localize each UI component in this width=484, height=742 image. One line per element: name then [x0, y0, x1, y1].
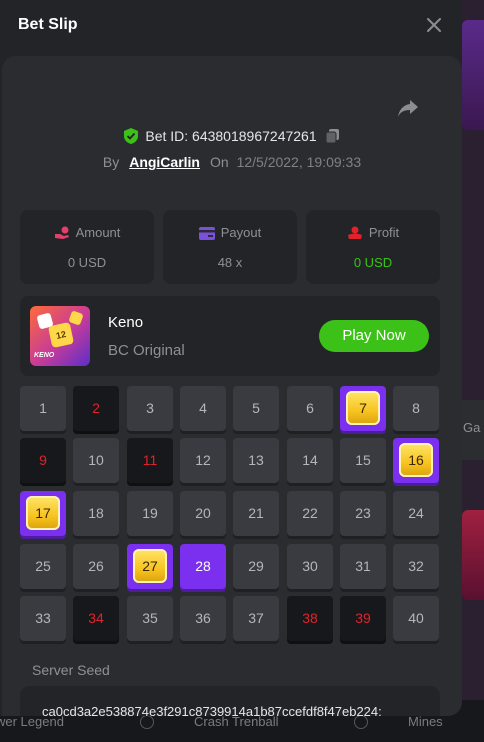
bet-id: Bet ID: 6438018967247261	[145, 128, 317, 144]
keno-cell: 15	[340, 438, 386, 483]
keno-cell: 33	[20, 596, 66, 641]
server-seed-label: Server Seed	[32, 662, 110, 678]
keno-cell: 3	[127, 386, 173, 431]
keno-cell: 8	[393, 386, 439, 431]
keno-cell: 39	[340, 596, 386, 641]
background-game-link: wer Legend	[0, 714, 64, 729]
amount-value: 0 USD	[67, 255, 107, 270]
keno-cell: 32	[393, 544, 439, 589]
keno-cell: 16	[393, 438, 439, 483]
by-label: By	[102, 154, 120, 170]
background-game-link: Crash Trenball	[194, 714, 279, 729]
info-icon	[354, 715, 368, 729]
background-game-card	[462, 20, 484, 130]
gem-number: 16	[399, 443, 433, 477]
gem-number: 27	[133, 549, 167, 583]
amount-label: Amount	[75, 225, 121, 240]
die-image: 12	[47, 321, 75, 349]
bet-author-row: By AngiCarlin On 12/5/2022, 19:09:33	[2, 154, 462, 170]
close-icon[interactable]	[424, 14, 444, 36]
game-provider: BC Original	[108, 342, 185, 359]
keno-board: 1 2 3 4 5 6 7 8 9 10 11 12 13 14 15 16 17 18 19 20 21 22 23 24 2…	[20, 386, 444, 642]
keno-cell: 35	[127, 596, 173, 641]
keno-cell: 38	[287, 596, 333, 641]
on-label: On	[209, 154, 229, 170]
keno-cell: 7	[340, 386, 386, 431]
keno-cell: 12	[180, 438, 226, 483]
keno-cell: 5	[233, 386, 279, 431]
keno-cell: 30	[287, 544, 333, 589]
shield-check-icon	[123, 128, 139, 147]
keno-cell: 17	[20, 491, 66, 536]
play-now-button[interactable]: Play Now	[319, 320, 429, 352]
share-icon[interactable]	[396, 98, 420, 120]
keno-cell: 40	[393, 596, 439, 641]
keno-cell: 10	[73, 438, 119, 483]
keno-cell: 18	[73, 491, 119, 536]
profit-value: 0 USD	[353, 255, 393, 270]
background-game-card	[462, 510, 484, 600]
gem-number: 17	[26, 496, 60, 530]
keno-cell: 24	[393, 491, 439, 536]
keno-cell: 6	[287, 386, 333, 431]
keno-cell: 22	[287, 491, 333, 536]
keno-cell: 36	[180, 596, 226, 641]
payout-card: Payout 48 x	[163, 210, 297, 284]
payout-label: Payout	[220, 225, 262, 240]
keno-cell: 34	[73, 596, 119, 641]
profit-card: Profit 0 USD	[306, 210, 440, 284]
thumbnail-tag: KENO	[34, 352, 55, 359]
background-game-link: Mines	[408, 714, 443, 729]
keno-cell: 1	[20, 386, 66, 431]
keno-cell: 19	[127, 491, 173, 536]
bet-date: 12/5/2022, 19:09:33	[236, 154, 362, 170]
coins-hand-icon	[54, 226, 69, 239]
keno-cell: 29	[233, 544, 279, 589]
game-card: 12 KENO Keno BC Original Play Now	[20, 296, 440, 376]
payout-value: 48 x	[217, 255, 243, 270]
game-name: Keno	[108, 314, 144, 331]
bet-details-panel: Bet ID: 6438018967247261 By AngiCarlin On …	[2, 56, 462, 716]
keno-cell: 20	[180, 491, 226, 536]
user-link[interactable]: AngiCarlin	[129, 154, 200, 170]
keno-cell: 26	[73, 544, 119, 589]
background-label: Ga	[463, 420, 481, 435]
gem-number: 7	[346, 391, 380, 425]
keno-cell: 13	[233, 438, 279, 483]
keno-cell: 11	[127, 438, 173, 483]
keno-cell: 27	[127, 544, 173, 589]
bet-slip-modal: Bet Slip Bet ID: 6438018967247261 By Angi…	[0, 0, 462, 716]
keno-cell: 37	[233, 596, 279, 641]
keno-thumbnail: 12 KENO	[30, 306, 90, 366]
info-icon	[140, 715, 154, 729]
keno-cell: 14	[287, 438, 333, 483]
keno-cell: 25	[20, 544, 66, 589]
modal-title: Bet Slip	[18, 16, 78, 33]
keno-cell: 21	[233, 491, 279, 536]
wallet-card-icon	[198, 227, 215, 240]
amount-card: Amount 0 USD	[20, 210, 154, 284]
keno-cell: 31	[340, 544, 386, 589]
server-seed-value: ca0cd3a2e538874e3f291c8739914a1b87ccefdf…	[42, 704, 382, 716]
keno-cell: 28	[180, 544, 226, 589]
keno-cell: 9	[20, 438, 66, 483]
keno-cell: 23	[340, 491, 386, 536]
server-seed-box[interactable]: ca0cd3a2e538874e3f291c8739914a1b87ccefdf…	[20, 686, 440, 716]
bet-stats: Amount 0 USD Payout 48 x Profit 0 USD	[20, 210, 440, 284]
keno-cell: 4	[180, 386, 226, 431]
screen: Ga wer Legend Crash Trenball Mines Bet S…	[0, 0, 484, 742]
profit-hand-icon	[347, 226, 362, 239]
profit-label: Profit	[368, 225, 400, 240]
copy-icon[interactable]	[325, 128, 341, 147]
modal-header: Bet Slip	[0, 0, 462, 52]
keno-cell: 2	[73, 386, 119, 431]
bet-id-row: Bet ID: 6438018967247261	[2, 128, 462, 147]
